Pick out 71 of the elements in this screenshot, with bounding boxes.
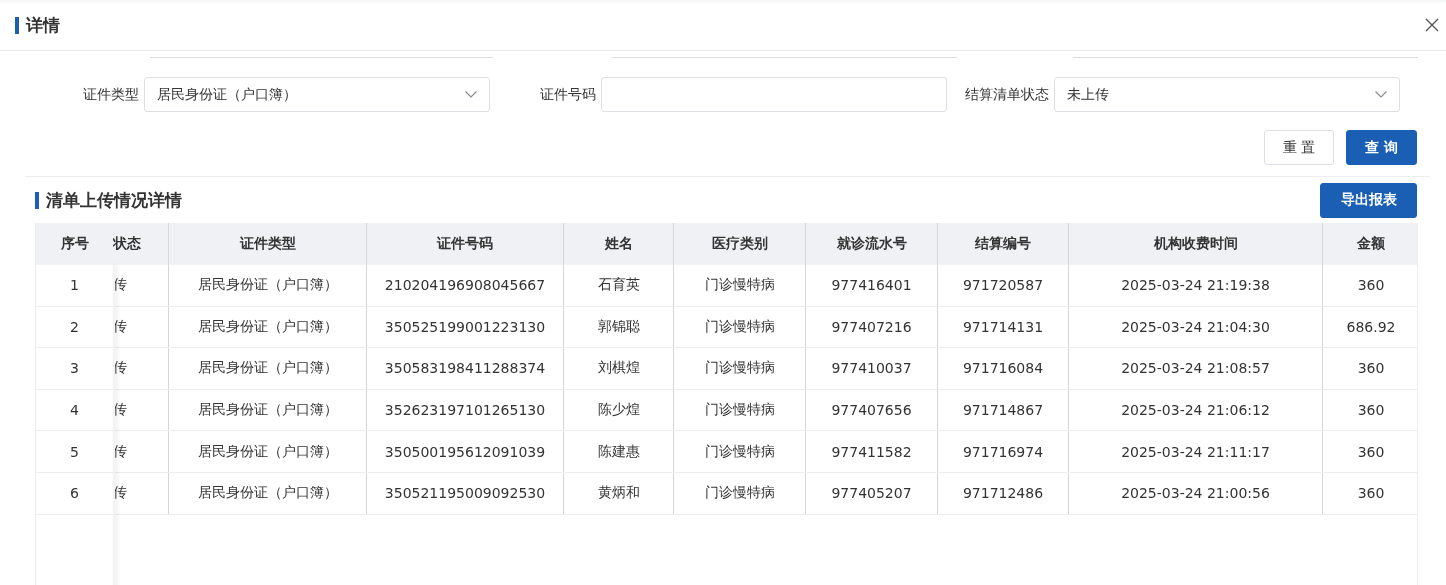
table-cell: 黄炳和 xyxy=(564,472,674,514)
table-cell: 350583198411288374 xyxy=(367,348,564,389)
input-field[interactable] xyxy=(601,77,947,112)
table-cell: 居民身份证（户口簿） xyxy=(169,348,367,389)
table-cell: 居民身份证（户口簿） xyxy=(169,389,367,431)
column-header: 金额 xyxy=(1356,234,1386,253)
section-title: 清单上传情况详情 xyxy=(46,188,183,212)
reset-button[interactable]: 重 置 xyxy=(1264,130,1334,165)
chevron-down-icon xyxy=(1375,91,1387,98)
table-cell: 门诊慢特病 xyxy=(674,472,806,514)
table-cell: 971714131 xyxy=(938,306,1069,348)
query-button[interactable]: 查 询 xyxy=(1346,130,1417,165)
table-cell: 居民身份证（户口簿） xyxy=(169,431,367,472)
table-cell: 门诊慢特病 xyxy=(674,348,806,389)
table-cell: 977411582 xyxy=(806,431,938,472)
table-cell: 郭锦聪 xyxy=(564,306,674,348)
table-cell: 977405207 xyxy=(806,472,938,514)
table-cell-text: 360 xyxy=(1356,484,1386,504)
table-cell: 居民身份证（户口簿） xyxy=(169,472,367,514)
field-label: 证件号码 xyxy=(540,85,596,104)
field-label: 结算清单状态 xyxy=(965,85,1049,104)
column-header: 机构收费时间 xyxy=(1069,223,1323,265)
column-header: 姓名 xyxy=(564,223,674,265)
table-cell: 2025-03-24 21:19:38 xyxy=(1069,265,1323,306)
table-cell: 2025-03-24 21:06:12 xyxy=(1069,389,1323,431)
table-cell: 门诊慢特病 xyxy=(674,265,806,306)
field-label: 证件类型 xyxy=(83,85,139,104)
table-cell: 门诊慢特病 xyxy=(674,306,806,348)
table-cell: 977407656 xyxy=(806,389,938,431)
table-cell: 971720587 xyxy=(938,265,1069,306)
table-cell: 陈建惠 xyxy=(564,431,674,472)
table-cell: 210204196908045667 xyxy=(367,265,564,306)
chevron-down-icon xyxy=(465,91,477,98)
table-cell: 977407216 xyxy=(806,306,938,348)
table-cell: 971716974 xyxy=(938,431,1069,472)
table-cell: 居民身份证（户口簿） xyxy=(169,265,367,306)
export-button[interactable]: 导出报表 xyxy=(1320,182,1417,218)
column-header: 就诊流水号 xyxy=(806,223,938,265)
table-cell: 350521195009092530 xyxy=(367,472,564,514)
table-cell: 2025-03-24 21:11:17 xyxy=(1069,431,1323,472)
table-cell: 2025-03-24 21:00:56 xyxy=(1069,472,1323,514)
table-cell: 2025-03-24 21:04:30 xyxy=(1069,306,1323,348)
table-cell: 971712486 xyxy=(938,472,1069,514)
table-cell-text: 686.92 xyxy=(1345,317,1397,337)
table-cell: 门诊慢特病 xyxy=(674,389,806,431)
table-cell: 350525199001223130 xyxy=(367,306,564,348)
select-field[interactable]: 未上传 xyxy=(1054,77,1400,112)
table-cell: 门诊慢特病 xyxy=(674,431,806,472)
table-cell: 977416401 xyxy=(806,265,938,306)
column-header: 证件类型 xyxy=(169,223,367,265)
table-cell: 2025-03-24 21:08:57 xyxy=(1069,348,1323,389)
table-cell-text: 360 xyxy=(1356,401,1386,421)
table-cell-text: 360 xyxy=(1356,442,1386,462)
table-cell: 352623197101265130 xyxy=(367,389,564,431)
table-cell: 刘棋煌 xyxy=(564,348,674,389)
table-cell: 977410037 xyxy=(806,348,938,389)
table-cell: 971714867 xyxy=(938,389,1069,431)
table-cell: 石育英 xyxy=(564,265,674,306)
dialog-title: 详情 xyxy=(26,13,61,37)
column-header: 医疗类别 xyxy=(674,223,806,265)
column-header: 结算编号 xyxy=(938,223,1069,265)
table-cell: 350500195612091039 xyxy=(367,431,564,472)
table-cell: 陈少煌 xyxy=(564,389,674,431)
table-cell-text: 360 xyxy=(1356,359,1386,379)
column-header: 状态 xyxy=(113,223,169,265)
table-cell: 居民身份证（户口簿） xyxy=(169,306,367,348)
column-header: 证件号码 xyxy=(367,223,564,265)
table-cell-text: 360 xyxy=(1356,276,1386,296)
close-icon[interactable] xyxy=(1425,18,1439,32)
table-cell: 971716084 xyxy=(938,348,1069,389)
select-field[interactable]: 居民身份证（户口簿） xyxy=(144,77,490,112)
